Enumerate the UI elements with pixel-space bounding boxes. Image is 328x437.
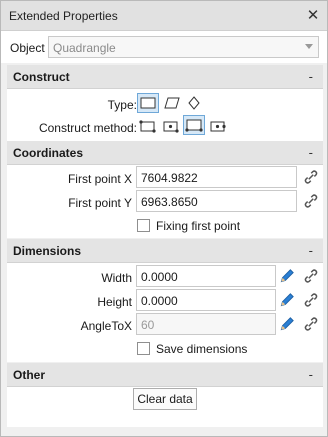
collapse-icon[interactable]: - <box>309 145 313 160</box>
rectangle-icon <box>140 97 156 109</box>
type-rhombus-button[interactable] <box>183 93 205 113</box>
extended-properties-panel: Extended Properties ✕ Object Quadrangle … <box>0 0 328 437</box>
coordinates-header[interactable]: Coordinates - <box>7 141 323 165</box>
type-parallelogram-button[interactable] <box>161 93 183 113</box>
pencil-icon[interactable] <box>278 267 296 285</box>
construct-method-label: Construct method: <box>38 121 137 135</box>
parallelogram-icon <box>164 97 180 109</box>
save-dimensions-checkbox[interactable] <box>137 342 150 355</box>
collapse-icon[interactable]: - <box>309 367 313 382</box>
width-label: Width <box>101 271 132 285</box>
first-y-value: 6963.8650 <box>141 195 198 209</box>
clear-data-button[interactable]: Clear data <box>133 388 197 410</box>
panel-title: Extended Properties <box>9 9 118 23</box>
type-rectangle-button[interactable] <box>137 93 159 113</box>
construct-section: Construct - Type: Construct method: <box>7 65 323 142</box>
method-corner-icon <box>139 120 156 133</box>
other-section: Other - Clear data <box>7 363 323 427</box>
method-corner-button[interactable] <box>137 116 159 136</box>
method-side-icon <box>210 121 226 132</box>
chevron-down-icon <box>305 44 313 49</box>
method-center-icon <box>163 121 179 133</box>
link-icon[interactable] <box>302 315 320 333</box>
construct-header[interactable]: Construct - <box>7 65 323 89</box>
collapse-icon[interactable]: - <box>309 69 313 84</box>
first-x-label: First point X <box>67 172 132 186</box>
close-icon[interactable]: ✕ <box>303 5 323 25</box>
first-y-input[interactable]: 6963.8650 <box>136 190 297 212</box>
height-label: Height <box>97 295 132 309</box>
angle-to-x-label: AngleToX <box>80 319 132 333</box>
first-x-value: 7604.9822 <box>141 171 198 185</box>
object-row: Object Quadrangle <box>1 31 327 63</box>
first-y-label: First point Y <box>68 196 132 210</box>
title-bar: Extended Properties ✕ <box>1 1 327 31</box>
height-input[interactable]: 0.0000 <box>136 289 276 311</box>
object-select-value: Quadrangle <box>53 41 116 55</box>
pencil-icon[interactable] <box>278 315 296 333</box>
first-x-input[interactable]: 7604.9822 <box>136 166 297 188</box>
method-side-button[interactable] <box>207 116 229 136</box>
link-icon[interactable] <box>302 291 320 309</box>
construct-title: Construct <box>13 70 70 84</box>
fixing-first-point-label: Fixing first point <box>156 219 241 233</box>
method-center-button[interactable] <box>160 116 182 136</box>
object-select[interactable]: Quadrangle <box>48 36 319 58</box>
type-label: Type: <box>107 98 137 112</box>
width-value: 0.0000 <box>141 270 178 284</box>
clear-data-label: Clear data <box>137 392 193 406</box>
coordinates-section: Coordinates - First point X 7604.9822 Fi… <box>7 141 323 238</box>
save-dimensions-label: Save dimensions <box>156 342 248 356</box>
dimensions-section: Dimensions - Width 0.0000 Height 0.0000 … <box>7 239 323 362</box>
method-two-points-icon <box>185 119 203 132</box>
angle-to-x-value: 60 <box>141 318 155 332</box>
dimensions-header[interactable]: Dimensions - <box>7 239 323 263</box>
link-icon[interactable] <box>302 267 320 285</box>
link-icon[interactable] <box>302 192 320 210</box>
width-input[interactable]: 0.0000 <box>136 265 276 287</box>
other-title: Other <box>13 368 46 382</box>
pencil-icon[interactable] <box>278 291 296 309</box>
link-icon[interactable] <box>302 168 320 186</box>
rhombus-icon <box>188 96 200 110</box>
height-value: 0.0000 <box>141 294 178 308</box>
fixing-first-point-checkbox[interactable] <box>137 219 150 232</box>
angle-to-x-input[interactable]: 60 <box>136 313 276 335</box>
dimensions-title: Dimensions <box>13 244 82 258</box>
coordinates-title: Coordinates <box>13 146 84 160</box>
collapse-icon[interactable]: - <box>309 243 313 258</box>
object-label: Object <box>10 41 45 55</box>
method-two-points-button[interactable] <box>183 115 205 135</box>
other-header[interactable]: Other - <box>7 363 323 387</box>
